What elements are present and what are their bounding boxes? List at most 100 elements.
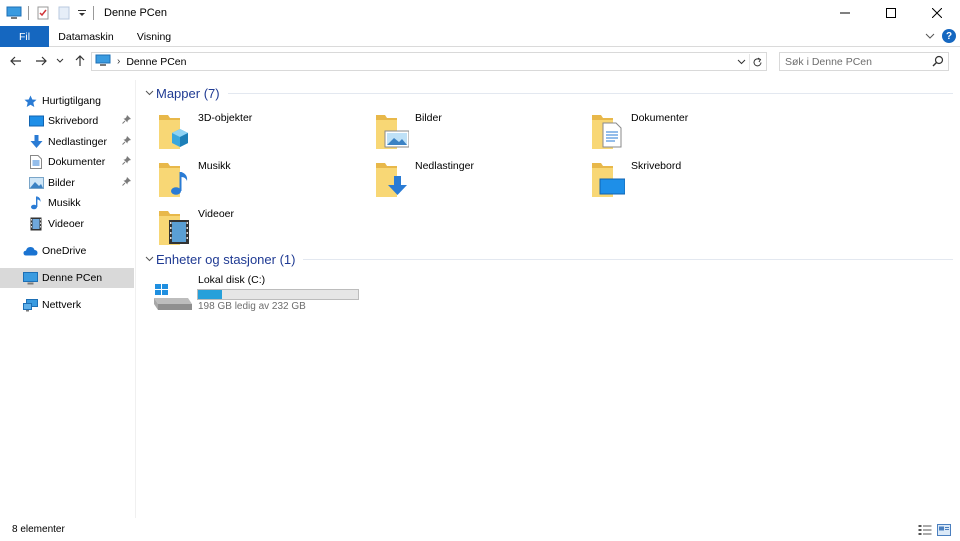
sidebar-item-label: Denne PCen [42,272,103,284]
folder-item-3d-objekter[interactable]: 3D-objekter [158,108,368,154]
sidebar-item-label: Skrivebord [48,115,99,127]
sidebar-item-label: Nettverk [42,299,82,311]
navigation-bar: › Denne PCen [0,48,960,74]
folder-item-bilder[interactable]: Bilder [375,108,585,154]
forward-button[interactable] [32,52,50,70]
large-icons-view-button[interactable] [936,523,952,537]
folder-item-videoer[interactable]: Videoer [158,204,368,250]
recent-locations-button[interactable] [54,52,66,70]
breadcrumb-separator-icon[interactable]: › [117,56,120,67]
search-input[interactable] [780,55,925,68]
title-bar: Denne PCen [0,0,960,26]
downloads-folder-icon [375,159,411,199]
drive-space-info: 198 GB ledig av 232 GB [198,301,306,312]
address-dropdown-button[interactable] [734,54,748,70]
sidebar-item-label: Hurtigtilgang [42,95,101,107]
drive-item-c[interactable]: Lokal disk (C:) 198 GB ledig av 232 GB [152,272,372,318]
breadcrumb[interactable]: Denne PCen [126,56,186,68]
sidebar-item-videoer[interactable]: Videoer [0,214,134,234]
back-button[interactable] [7,52,25,70]
up-button[interactable] [71,52,89,70]
sidebar-item-bilder[interactable]: Bilder [0,173,134,193]
folder-item-nedlastinger[interactable]: Nedlastinger [375,156,585,202]
folder-label: Videoer [198,208,235,220]
this-pc-icon [22,270,38,286]
folder-item-dokumenter[interactable]: Dokumenter [591,108,801,154]
folder-label: 3D-objekter [198,112,253,124]
divider [28,6,29,20]
sidebar-item-skrivebord[interactable]: Skrivebord [0,111,134,131]
star-icon [22,93,38,109]
expand-ribbon-button[interactable] [922,28,938,44]
close-button[interactable] [914,0,960,26]
desktop-folder-icon [591,159,627,199]
hard-drive-icon [152,280,192,315]
desktop-icon [28,113,44,129]
pin-icon[interactable] [122,115,131,127]
drive-usage-fill [198,290,222,299]
drive-name: Lokal disk (C:) [198,274,266,286]
sidebar-item-dokumenter[interactable]: Dokumenter [0,152,134,172]
music-icon [28,195,44,211]
address-bar[interactable]: › Denne PCen [91,52,767,71]
window-title: Denne PCen [104,7,167,19]
divider [227,92,953,94]
help-icon[interactable]: ? [942,29,956,43]
pictures-folder-icon [375,111,411,151]
sidebar-item-musikk[interactable]: Musikk [0,193,134,213]
divider [93,6,94,20]
videos-folder-icon [158,207,194,247]
properties-icon[interactable] [35,5,51,21]
divider [303,258,953,260]
pin-icon[interactable] [122,136,131,148]
sidebar-item-label: Videoer [48,218,85,230]
group-header-devices[interactable]: Enheter og stasjoner (1) [143,251,953,267]
tab-visning[interactable]: Visning [126,26,182,47]
group-title: Mapper (7) [156,85,220,101]
new-folder-icon[interactable] [56,5,72,21]
chevron-down-icon[interactable] [143,90,155,96]
sidebar-item-label: Nedlastinger [48,136,107,148]
document-icon [28,154,44,170]
folder-label: Bilder [415,112,442,124]
sidebar-item-nedlastinger[interactable]: Nedlastinger [0,132,134,152]
folder-label: Skrivebord [631,160,682,172]
sidebar-item-label: Dokumenter [48,156,106,168]
chevron-down-icon[interactable] [143,256,155,262]
folder-item-skrivebord[interactable]: Skrivebord [591,156,801,202]
sidebar-item-denne-pcen[interactable]: Denne PCen [0,268,134,288]
this-pc-icon[interactable] [6,5,22,21]
group-title: Enheter og stasjoner (1) [156,251,296,267]
group-header-folders[interactable]: Mapper (7) [143,85,953,101]
network-icon [22,297,38,313]
tab-datamaskin[interactable]: Datamaskin [50,26,122,47]
search-box[interactable] [779,52,949,71]
ribbon: Fil Datamaskin Visning ? [0,26,960,47]
download-icon [28,134,44,150]
folder-label: Musikk [198,160,231,172]
sidebar-item-onedrive[interactable]: OneDrive [0,241,134,261]
sidebar-item-label: Bilder [48,177,75,189]
navigation-pane: Hurtigtilgang Skrivebord Nedlastinger Do… [0,80,136,518]
folder-item-musikk[interactable]: Musikk [158,156,368,202]
sidebar-item-quick-access[interactable]: Hurtigtilgang [0,91,134,111]
status-bar: 8 elementer [0,518,960,541]
tab-fil[interactable]: Fil [0,26,49,47]
item-count: 8 elementer [12,524,65,535]
window-controls [822,0,960,26]
search-icon[interactable] [932,55,944,70]
minimize-button[interactable] [822,0,868,26]
this-pc-icon [95,54,111,70]
refresh-button[interactable] [749,54,765,70]
folder-label: Dokumenter [631,112,689,124]
folder-label: Nedlastinger [415,160,474,172]
video-icon [28,216,44,232]
drive-usage-bar [197,289,359,300]
pin-icon[interactable] [122,156,131,168]
maximize-button[interactable] [868,0,914,26]
sidebar-item-nettverk[interactable]: Nettverk [0,295,134,315]
customize-toolbar-icon[interactable] [77,5,87,21]
details-view-button[interactable] [917,523,933,537]
pin-icon[interactable] [122,177,131,189]
cloud-icon [22,243,38,259]
